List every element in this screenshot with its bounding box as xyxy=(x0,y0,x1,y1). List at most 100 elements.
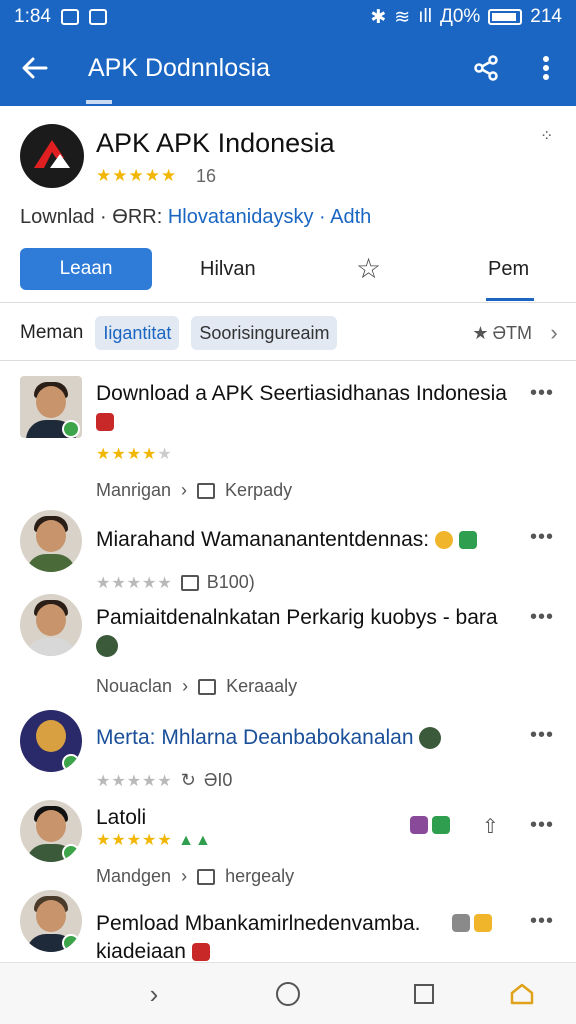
more-horizontal-icon[interactable]: ••• xyxy=(530,724,554,747)
chip-soorisingureaim[interactable]: Soorisingureaim xyxy=(191,316,338,350)
divider xyxy=(0,360,576,361)
item-meta: ★★★★★ B100) xyxy=(96,572,255,593)
avatar xyxy=(20,594,82,656)
nav-recent-button[interactable] xyxy=(404,977,444,1011)
back-button[interactable] xyxy=(0,34,70,102)
share-box-icon xyxy=(180,574,199,591)
emoji-icon xyxy=(452,914,470,932)
hilvan-button[interactable]: Hilvan xyxy=(200,258,256,281)
chevron-icon: › xyxy=(182,676,189,696)
app-name: APK APK Indonesia xyxy=(96,128,335,158)
share-icon xyxy=(474,55,498,81)
app-header: APK APK Indonesia ★★★★★ 16 ⁘ Lownlad · Ө… xyxy=(0,106,576,302)
arrow-left-icon xyxy=(22,57,48,79)
divider xyxy=(0,302,576,303)
page-title: APK Dodnnlosia xyxy=(88,53,271,82)
item-title: Merta: Mhlarna Deanbabokanalan xyxy=(96,724,516,752)
item-title: Latoli xyxy=(96,806,147,829)
chevron-icon: › xyxy=(181,866,188,886)
nav-square-icon xyxy=(414,984,434,1004)
chevron-icon: › xyxy=(181,480,188,500)
top-app-bar: 1:84 ✱ ≋ ıll Д0% 214 APK Dodnnlosia xyxy=(0,0,576,106)
item-meta-author: Manrigan xyxy=(96,480,172,500)
more-options-button[interactable] xyxy=(516,34,576,102)
item-meta-count: B100) xyxy=(206,572,255,592)
battery-icon xyxy=(488,9,523,25)
more-horizontal-icon[interactable]: ••• xyxy=(530,814,554,837)
title-indicator xyxy=(86,100,112,104)
share-upload-icon[interactable]: ⇧ xyxy=(482,814,499,839)
pem-tab[interactable]: Pem xyxy=(488,258,529,281)
list-item[interactable]: Pamiaitdenalnkatan Perkarig kuobys - bar… xyxy=(0,592,576,712)
nav-home-icon[interactable] xyxy=(502,977,542,1011)
item-stars: ★★★★★ xyxy=(96,574,173,592)
avatar xyxy=(20,800,82,862)
emoji-icon xyxy=(458,531,477,550)
system-nav-bar: › xyxy=(0,962,576,1024)
item-stars: ★★★★★ xyxy=(96,772,173,790)
chip-meman[interactable]: Meman xyxy=(20,322,83,344)
item-meta-author: Nouaclan xyxy=(96,676,173,696)
app-rating-value: 16 xyxy=(196,166,217,186)
more-horizontal-icon[interactable]: ••• xyxy=(530,606,554,629)
emoji-icon xyxy=(96,413,114,432)
emoji-icon xyxy=(432,816,451,834)
avatar xyxy=(20,890,82,952)
share-box-icon xyxy=(197,482,216,499)
item-stars: ★★★★★ xyxy=(96,446,173,463)
share-box-icon xyxy=(197,868,216,885)
emoji-icon xyxy=(419,727,442,750)
item-stars: ★★★★★ ▲▲ xyxy=(96,832,212,849)
download-info: Lownlad · ӨRR: Hlovatanidaysky · Adth xyxy=(20,206,371,229)
item-meta: Mandgen › hergealy xyxy=(96,866,294,887)
action-row: Leaan Hilvan ☆ Pem xyxy=(0,248,576,301)
list-item[interactable]: Miarahand Wamananantentdennas: ★★★★★ B10… xyxy=(0,508,576,598)
app-bar: APK Dodnnlosia xyxy=(0,34,576,102)
emoji-icon xyxy=(434,531,453,550)
list-item[interactable]: Merta: Mhlarna Deanbabokanalan ★★★★★ ↻ Ə… xyxy=(0,710,576,800)
item-meta: ★★★★★ ↻ ƏI0 xyxy=(96,770,232,791)
avatar xyxy=(20,710,82,772)
share-box-icon xyxy=(198,678,217,695)
list-item[interactable]: Latoli ★★★★★ ▲▲ Mandgen › hergealy ⇧ ••• xyxy=(0,798,576,894)
item-title-text: Pamiaitdenalnkatan Perkarig kuobys - bar… xyxy=(96,606,498,629)
info-icon[interactable]: ⁘ xyxy=(540,126,553,146)
item-meta-action: Keraaaly xyxy=(226,676,298,696)
learn-button[interactable]: Leaan xyxy=(20,248,152,290)
item-title-text: Download a APK Seertiasidhanas Indonesia xyxy=(96,382,507,405)
item-meta-count: ƏI0 xyxy=(203,770,233,790)
more-horizontal-icon[interactable]: ••• xyxy=(530,382,554,405)
item-meta-action: hergealy xyxy=(225,866,295,886)
app-rating-stars: ★★★★★ xyxy=(96,166,178,185)
status-time: 1:84 xyxy=(14,6,51,27)
signal-icon: ıll xyxy=(418,6,432,27)
more-horizontal-icon[interactable]: ••• xyxy=(530,526,554,549)
item-title-text: Miarahand Wamananantentdennas: xyxy=(96,528,430,551)
nav-circle-icon xyxy=(276,982,300,1006)
app-logo-icon xyxy=(22,126,82,186)
pem-tab-indicator xyxy=(486,298,534,301)
battery-percent: Д0% xyxy=(439,6,481,27)
developer-link[interactable]: Hlovatanidaysky · Adth xyxy=(168,206,371,228)
chevron-right-icon[interactable]: › xyxy=(532,320,576,346)
filter-bar: Meman Iigantitat Soorisingureaim ★ ƏTM › xyxy=(0,306,576,360)
more-horizontal-icon[interactable]: ••• xyxy=(530,910,554,933)
more-vertical-icon xyxy=(543,56,549,80)
emoji-group xyxy=(452,914,493,932)
list-item[interactable]: Download a APK Seertiasidhanas Indonesia… xyxy=(0,376,576,506)
share-button[interactable] xyxy=(456,34,516,102)
item-meta-author: Mandgen xyxy=(96,866,172,886)
item-title-text: Pemload Mbankamirlnedenvamba. kiadeiaan xyxy=(96,912,421,962)
nav-back-icon[interactable]: › xyxy=(134,977,174,1011)
status-code: 214 xyxy=(530,6,562,27)
chip-iigantitat[interactable]: Iigantitat xyxy=(95,316,180,350)
item-title: Pamiaitdenalnkatan Perkarig kuobys - bar… xyxy=(96,604,516,660)
nav-home-button[interactable] xyxy=(268,977,308,1011)
item-title: Miarahand Wamananantentdennas: xyxy=(96,526,516,554)
emoji-icon xyxy=(96,635,118,658)
star-outline-icon[interactable]: ☆ xyxy=(356,252,381,285)
chip-star-label: ƏTM xyxy=(492,322,532,343)
chip-star-filter[interactable]: ★ ƏTM xyxy=(472,323,532,344)
wifi-icon: ≋ xyxy=(394,6,411,28)
list-item[interactable]: Pemload Mbankamirlnedenvamba. kiadeiaan … xyxy=(0,890,576,962)
